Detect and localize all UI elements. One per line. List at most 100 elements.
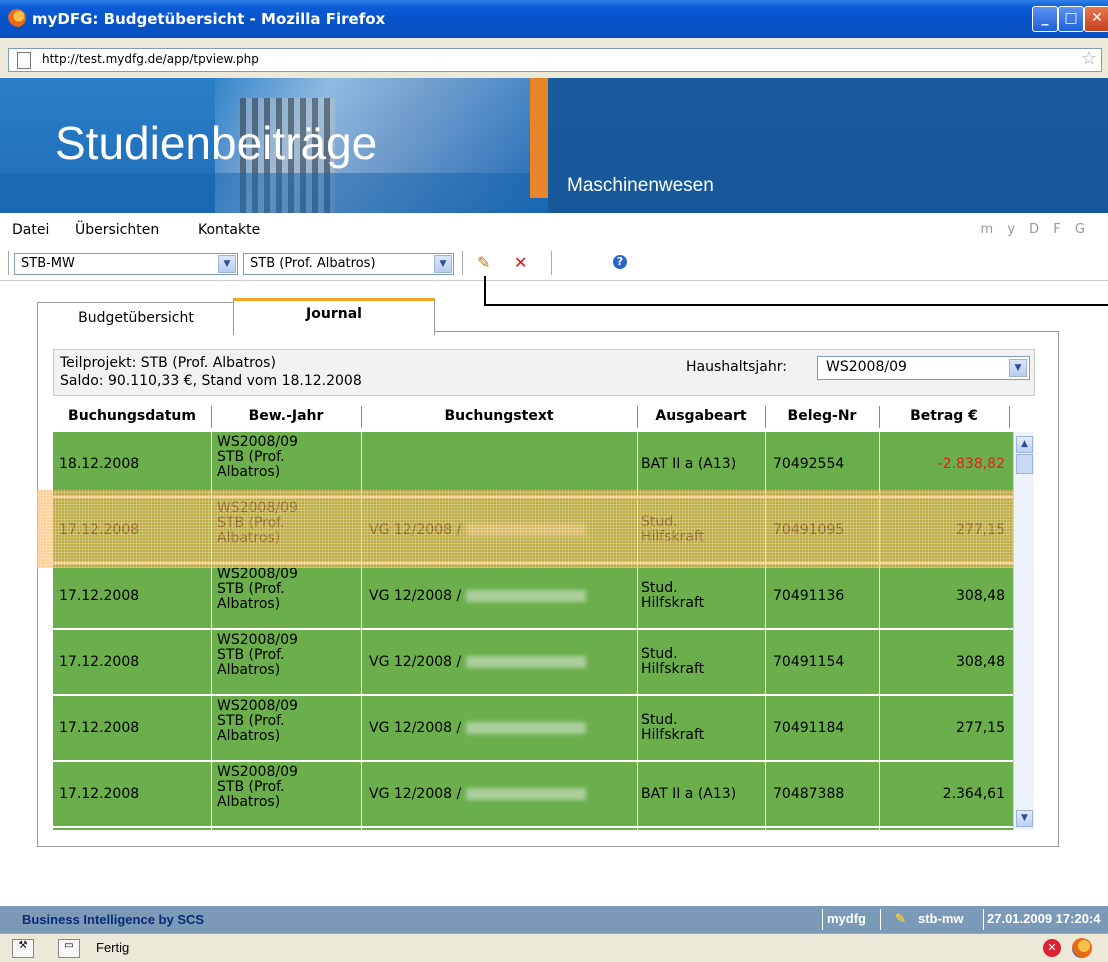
status-app: mydfg <box>827 911 866 926</box>
redacted-name <box>465 656 586 668</box>
info-box: Teilprojekt: STB (Prof. Albatros) Saldo:… <box>53 349 1035 396</box>
cell-beleg-nr: 70492554 <box>773 456 845 472</box>
chevron-down-icon: ▼ <box>218 255 236 273</box>
layout-icon[interactable]: ▭ <box>58 939 80 958</box>
toolbar: STB-MW ▼ STB (Prof. Albatros) ▼ ✎ ✕ ? <box>0 246 1108 281</box>
cell-beleg-nr: 70491184 <box>773 720 845 736</box>
address-bar: http://test.mydfg.de/app/tpview.php ☆ <box>0 38 1108 79</box>
cell-bew-jahr: WS2008/09STB (Prof.Albatros) <box>217 699 357 744</box>
column-header[interactable]: Ausgabeart <box>637 408 765 424</box>
tab-journal[interactable]: Journal <box>233 298 435 335</box>
cell-buchungsdatum: 18.12.2008 <box>59 456 140 472</box>
project-select[interactable]: STB-MW ▼ <box>14 253 238 275</box>
column-header[interactable]: Beleg-Nr <box>765 408 879 424</box>
callout-line <box>484 304 1108 306</box>
cell-betrag: -2.838,82 <box>937 456 1005 472</box>
cell-bew-jahr: WS2008/09STB (Prof.Albatros) <box>217 567 357 612</box>
status-text: Fertig <box>96 940 130 955</box>
cell-beleg-nr: 70491136 <box>773 588 845 604</box>
banner-subtitle: Maschinenwesen <box>567 175 714 196</box>
cell-betrag: 277,15 <box>956 720 1005 736</box>
table-row[interactable]: 17.12.2008 WS2008/09STB (Prof.Albatros) VG… <box>53 564 1013 630</box>
delete-icon[interactable]: ✕ <box>514 253 527 272</box>
haushaltsjahr-label: Haushaltsjahr: <box>686 359 787 375</box>
stop-icon[interactable]: ✕ <box>1043 939 1061 957</box>
cell-ausgabeart: Stud.Hilfskraft <box>641 581 704 611</box>
ausgabeart-line: BAT II a (A13) <box>641 456 737 472</box>
cell-beleg-nr: 70487388 <box>773 786 845 802</box>
cell-beleg-nr: 70491154 <box>773 654 845 670</box>
redacted-name <box>465 590 586 602</box>
saldo-label: Saldo: 90.110,33 €, Stand vom 18.12.2008 <box>60 373 362 389</box>
table-scrollbar[interactable]: ▲ ▼ <box>1013 432 1034 830</box>
url-field[interactable]: http://test.mydfg.de/app/tpview.php ☆ <box>8 48 1102 72</box>
table-row[interactable]: 17.12.2008 WS2008/09STB (Prof.Albatros) VG… <box>53 630 1013 696</box>
cell-ausgabeart: Stud.Hilfskraft <box>641 713 704 743</box>
menu-datei[interactable]: Datei <box>12 222 49 238</box>
bew-line: Albatros) <box>217 464 281 480</box>
bew-line: WS2008/09 <box>217 764 298 780</box>
bew-line: WS2008/09 <box>217 632 298 648</box>
cell-bew-jahr: WS2008/09STB (Prof.Albatros) <box>217 765 357 810</box>
tools-icon[interactable]: ⚒ <box>12 939 34 958</box>
tab-budgetuebersicht[interactable]: Budgetübersicht <box>37 302 235 333</box>
column-header[interactable]: Bew.-Jahr <box>211 408 361 424</box>
ausgabeart-line: Stud. <box>641 580 678 596</box>
chevron-down-icon: ▼ <box>434 255 452 273</box>
subproject-select[interactable]: STB (Prof. Albatros) ▼ <box>243 253 454 275</box>
cell-betrag: 308,48 <box>956 654 1005 670</box>
column-header[interactable]: Buchungstext <box>361 408 637 424</box>
cell-buchungstext: VG 12/2008 / <box>369 589 586 604</box>
pencil-icon[interactable]: ✎ <box>477 253 490 272</box>
scroll-down-icon[interactable]: ▼ <box>1016 810 1033 827</box>
cell-bew-jahr: WS2008/09STB (Prof.Albatros) <box>217 435 357 480</box>
app-status-bar: Business Intelligence by SCS mydfg ✎ stb… <box>0 906 1108 933</box>
url-text: http://test.mydfg.de/app/tpview.php <box>42 52 259 66</box>
table-row[interactable]: 18.12.2008 WS2008/09 STB (Prof. Albatros) BA… <box>53 432 1013 498</box>
maximize-button[interactable]: □ <box>1058 6 1084 32</box>
cell-buchungstext: VG 12/2008 / <box>369 721 586 736</box>
firefox-icon <box>8 9 26 27</box>
redacted-name <box>465 788 586 800</box>
close-button[interactable]: ✕ <box>1084 6 1108 32</box>
status-left-text: Business Intelligence by SCS <box>22 912 205 927</box>
redacted-name <box>465 722 586 734</box>
help-icon[interactable]: ? <box>613 255 627 269</box>
scroll-thumb[interactable] <box>1016 454 1033 474</box>
column-header[interactable]: Buchungsdatum <box>53 408 211 424</box>
bew-line: WS2008/09 <box>217 698 298 714</box>
scroll-up-icon[interactable]: ▲ <box>1016 436 1033 453</box>
bew-line: STB (Prof. <box>217 779 285 795</box>
bew-line: Albatros) <box>217 596 281 612</box>
bew-line: WS2008/09 <box>217 566 298 582</box>
column-header[interactable]: Betrag € <box>879 408 1009 424</box>
firefox-status-icon <box>1072 938 1092 958</box>
banner-title: Studienbeiträge <box>55 117 378 169</box>
cell-buchungsdatum: 17.12.2008 <box>59 588 140 604</box>
ausgabeart-line: BAT II a (A13) <box>641 786 737 802</box>
menu-uebersichten[interactable]: Übersichten <box>75 222 159 238</box>
status-datetime: 27.01.2009 17:20:4 <box>987 911 1101 926</box>
ausgabeart-line: Hilfskraft <box>641 595 705 611</box>
table-row[interactable]: 17.12.2008 WS2008/09STB (Prof.Albatros) VG… <box>53 696 1013 762</box>
cell-buchungsdatum: 17.12.2008 <box>59 720 140 736</box>
callout-line <box>484 276 486 306</box>
table-row[interactable]: 17.12.2008WS2008/09STB (Prof.Albatros)VG… <box>53 762 1013 828</box>
bew-line: Albatros) <box>217 662 281 678</box>
cell-bew-jahr: WS2008/09STB (Prof.Albatros) <box>217 633 357 678</box>
bookmark-star-icon[interactable]: ☆ <box>1081 48 1097 69</box>
bew-line: Albatros) <box>217 728 281 744</box>
ausgabeart-line: Hilfskraft <box>641 661 705 677</box>
window-title: myDFG: Budgetübersicht - Mozilla Firefox <box>32 10 386 28</box>
browser-status-bar: ⚒ ▭ Fertig ✕ <box>0 933 1108 962</box>
haushaltsjahr-select[interactable]: WS2008/09 ▼ <box>817 356 1030 380</box>
ausgabeart-line: Stud. <box>641 646 678 662</box>
menu-bar: Datei Übersichten Kontakte m y D F G <box>0 213 1108 247</box>
table-row[interactable]: WS2008/09 <box>53 828 1013 830</box>
minimize-button[interactable]: _ <box>1032 6 1058 32</box>
cell-buchungsdatum: 17.12.2008 <box>59 654 140 670</box>
menu-kontakte[interactable]: Kontakte <box>198 222 260 238</box>
cell-betrag: 308,48 <box>956 588 1005 604</box>
buchungstext-label: VG 12/2008 / <box>369 654 462 670</box>
buchungstext-label: VG 12/2008 / <box>369 786 462 802</box>
